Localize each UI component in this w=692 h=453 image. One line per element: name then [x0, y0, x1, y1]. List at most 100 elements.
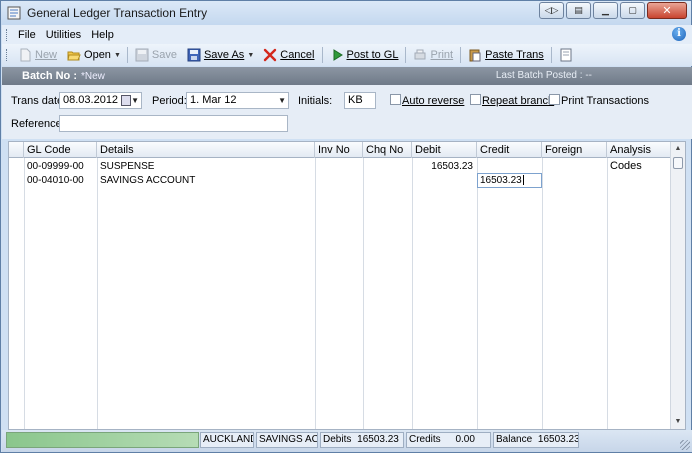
notes-button[interactable]	[554, 45, 578, 65]
repeat-branch-label[interactable]: Repeat branch	[482, 95, 554, 107]
open-button[interactable]: Open	[62, 45, 116, 65]
status-balance: Balance 16503.23	[493, 432, 579, 448]
foreign-cell[interactable]	[542, 160, 607, 173]
column-header-foreign[interactable]: Foreign	[542, 142, 607, 158]
close-icon: ✕	[662, 5, 672, 17]
grid-column-divider	[477, 158, 478, 429]
grid-column-divider	[542, 158, 543, 429]
print-transactions-checkbox[interactable]	[549, 94, 560, 105]
status-bar: AUCKLAND SAVINGS ACCO Debits 16503.23 Cr…	[2, 430, 692, 452]
debit-cell[interactable]	[412, 174, 477, 187]
column-header-chq-no[interactable]: Chq No	[363, 142, 412, 158]
period-value: 1. Mar 12	[190, 94, 237, 106]
trans-date-label: Trans date:	[11, 95, 67, 107]
cancel-label: Cancel	[280, 49, 315, 61]
transactions-grid: GL Code Details Inv No Chq No Debit Cred…	[8, 141, 686, 430]
save-button[interactable]: Save	[130, 45, 182, 65]
period-label: Period:	[152, 95, 187, 107]
analysis-codes-cell[interactable]	[607, 174, 671, 187]
close-button[interactable]: ✕	[647, 2, 687, 19]
status-debits: Debits 16503.23	[320, 432, 404, 448]
minimize-button[interactable]: ▁	[593, 2, 618, 19]
inv-no-cell[interactable]	[315, 160, 363, 173]
trans-date-value: 08.03.2012	[63, 94, 119, 106]
open-dropdown-icon[interactable]: ▼	[114, 52, 121, 59]
scroll-thumb[interactable]	[673, 157, 683, 169]
inv-no-cell[interactable]	[315, 174, 363, 187]
foreign-cell[interactable]	[542, 174, 607, 187]
grid-column-divider	[363, 158, 364, 429]
layout-button[interactable]: ▤	[566, 2, 591, 19]
grid-column-divider	[412, 158, 413, 429]
save-as-dropdown-icon[interactable]: ▼	[247, 52, 254, 59]
period-select[interactable]: 1. Mar 12 ▼	[186, 92, 289, 109]
notepad-icon	[560, 48, 572, 62]
grid-vertical-scrollbar[interactable]: ▲ ▼	[670, 142, 685, 429]
menu-grip[interactable]	[6, 28, 9, 41]
chq-no-cell[interactable]	[363, 174, 412, 187]
toolbar-separator	[321, 47, 323, 63]
details-cell[interactable]: SUSPENSE	[97, 160, 315, 173]
new-label: New	[35, 49, 58, 61]
restore-view-button[interactable]: ◁▷	[539, 2, 564, 19]
gl-code-cell[interactable]: 00-09999-00	[24, 160, 97, 173]
document-icon: ▤	[574, 5, 583, 15]
scroll-down-icon[interactable]: ▼	[671, 415, 685, 429]
batch-no-label: Batch No :	[22, 70, 77, 82]
details-cell[interactable]: SAVINGS ACCOUNT	[97, 174, 315, 187]
credit-cell[interactable]	[477, 160, 542, 173]
paste-trans-label: Paste Trans	[485, 49, 544, 61]
grid-column-divider	[607, 158, 608, 429]
analysis-codes-cell[interactable]	[607, 160, 671, 173]
auto-reverse-label[interactable]: Auto reverse	[402, 95, 464, 107]
folder-open-icon	[67, 51, 81, 61]
initials-field[interactable]: KB	[344, 92, 376, 109]
debit-cell[interactable]: 16503.23	[412, 160, 477, 173]
status-balance-value: 16503.23	[537, 434, 579, 445]
auto-reverse-checkbox[interactable]	[390, 94, 401, 105]
initials-label: Initials:	[298, 95, 333, 107]
cancel-button[interactable]: Cancel	[258, 45, 319, 65]
menu-file[interactable]: File	[13, 29, 41, 41]
toolbar-separator	[460, 47, 462, 63]
status-account: SAVINGS ACCO	[256, 432, 318, 448]
save-as-button[interactable]: Save As	[182, 45, 249, 65]
save-as-label: Save As	[203, 49, 245, 61]
toolbar: New Open ▼ Save Save As ▼ Cancel Post to…	[2, 44, 692, 66]
text-caret	[522, 175, 524, 186]
chevron-down-icon[interactable]: ▼	[278, 93, 286, 108]
trans-date-field[interactable]: 08.03.2012 ▼	[59, 92, 142, 109]
new-button[interactable]: New	[13, 45, 62, 65]
column-header-gl-code[interactable]: GL Code	[24, 142, 97, 158]
resize-grip-icon[interactable]	[680, 440, 690, 450]
print-button[interactable]: Print	[408, 45, 458, 65]
status-debits-value: 16503.23	[357, 434, 399, 445]
paste-trans-button[interactable]: Paste Trans	[463, 45, 549, 65]
chq-no-cell[interactable]	[363, 160, 412, 173]
maximize-icon: ▢	[628, 5, 637, 15]
column-header-credit[interactable]: Credit	[477, 142, 542, 158]
repeat-branch-checkbox[interactable]	[470, 94, 481, 105]
print-label: Print	[430, 49, 454, 61]
status-balance-label: Balance	[496, 434, 533, 445]
menu-help[interactable]: Help	[86, 29, 119, 41]
column-header-inv-no[interactable]: Inv No	[315, 142, 363, 158]
credit-cell-editor[interactable]: 16503.23	[477, 173, 542, 188]
toolbar-grip[interactable]	[6, 49, 9, 61]
calendar-icon[interactable]	[121, 95, 131, 106]
column-header-debit[interactable]: Debit	[412, 142, 477, 158]
chevron-down-icon[interactable]: ▼	[131, 93, 139, 108]
column-header-details[interactable]: Details	[97, 142, 315, 158]
scroll-up-icon[interactable]: ▲	[671, 142, 685, 156]
reference-field[interactable]	[59, 115, 288, 132]
gl-code-cell[interactable]: 00-04010-00	[24, 174, 97, 187]
menu-utilities[interactable]: Utilities	[41, 29, 86, 41]
post-to-gl-button[interactable]: Post to GL	[325, 45, 404, 65]
save-label: Save	[151, 49, 177, 61]
info-icon[interactable]: i	[672, 27, 686, 41]
column-header-analysis-codes[interactable]: Analysis Codes	[607, 142, 671, 172]
maximize-button[interactable]: ▢	[620, 2, 645, 19]
menu-bar: File Utilities Help i	[2, 25, 692, 44]
open-label: Open	[84, 49, 111, 61]
print-transactions-label[interactable]: Print Transactions	[561, 95, 649, 107]
